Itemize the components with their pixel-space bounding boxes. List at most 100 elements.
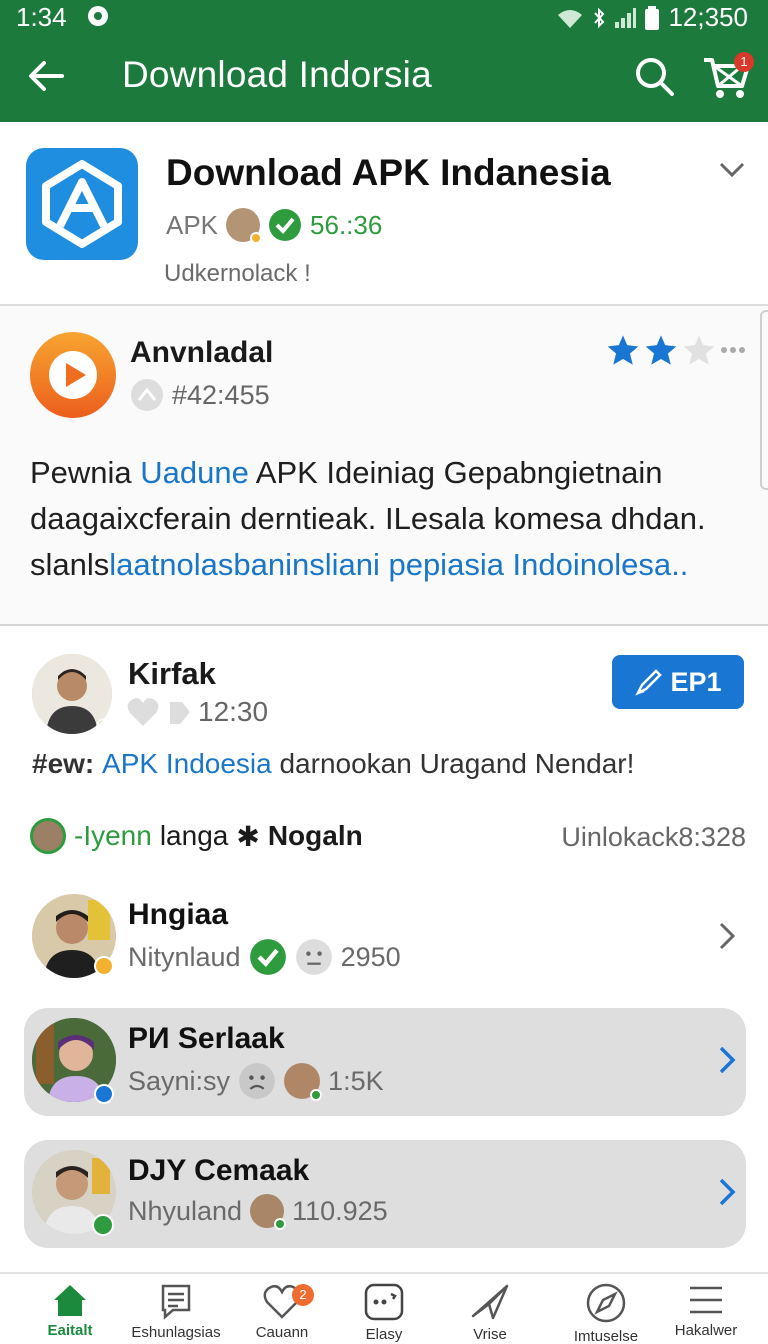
cart-badge: 1 <box>734 52 754 72</box>
nav-label: Eshunlagsias <box>131 1324 221 1341</box>
row-meta: Sayni:sy 1:5K <box>128 1062 384 1101</box>
tagline-text: langa <box>159 820 229 851</box>
more-dots-icon[interactable] <box>720 345 746 355</box>
post-avatar[interactable] <box>32 654 112 734</box>
tagline-left: -Iyenn langa ✱ Nogaln <box>30 818 363 854</box>
list-item[interactable]: PИ Serlaak Sayni:sy 1:5K <box>24 1008 746 1116</box>
list-item[interactable]: Hngiaa Nitynlaud 2950 <box>24 884 746 992</box>
row-subtitle: Nhyuland <box>128 1195 243 1226</box>
pen-icon <box>635 669 663 696</box>
app-subtitle: Udkernolack ! <box>164 260 311 287</box>
status-right: 12;350 <box>556 2 748 33</box>
sad-face-icon <box>239 1063 275 1099</box>
status-dot <box>94 1084 114 1104</box>
download-count: 56.:36 <box>310 209 383 240</box>
star-empty-icon <box>683 335 715 365</box>
nav-badge: 2 <box>292 1284 314 1306</box>
top-bar: 1:34 12;350 Download Indorsia 1 <box>0 0 768 122</box>
row-name: DJY Cemaak <box>128 1154 310 1187</box>
post-body-text: darnookan Uragand Nendar! <box>271 748 635 779</box>
featured-description: Pewnia Uadune APK Ideiniag Gepabngietnai… <box>30 450 750 588</box>
tagline-bold: Nogaln <box>267 820 363 851</box>
search-icon[interactable] <box>632 54 676 98</box>
signal-icon <box>615 7 637 28</box>
heart-icon[interactable] <box>126 696 160 728</box>
nav-label: Hakalwer <box>674 1322 738 1339</box>
nav-item-menu[interactable]: Hakalwer <box>656 1282 756 1344</box>
ep-button[interactable]: EP1 <box>612 655 744 709</box>
tagline-right: Uinlokack8:328 <box>561 822 746 852</box>
bluetooth-icon <box>594 7 605 28</box>
desc-text: slanls <box>30 547 110 582</box>
status-bar: 1:34 12;350 <box>0 0 768 34</box>
small-avatar <box>250 1194 287 1230</box>
desc-text: Pewnia <box>30 455 141 490</box>
bottom-nav: Eaitalt Eshunlagsias 2 Cauann Elasy Vris… <box>0 1272 768 1344</box>
list-item[interactable]: DJY Cemaak Nhyuland 110.925 <box>24 1140 746 1248</box>
app-logo-icon <box>42 160 122 248</box>
back-arrow-icon[interactable] <box>24 54 68 98</box>
post-body-link[interactable]: APK Indoesia <box>102 748 272 779</box>
post-body-prefix: #ew: <box>32 748 103 779</box>
verified-check-icon <box>249 939 286 975</box>
nav-label: Eaitalt <box>47 1322 93 1339</box>
rank-value: #42:455 <box>172 379 270 410</box>
featured-section: Anvnladal #42:455 Pewnia Uadune APK Idei… <box>0 306 768 626</box>
desc-link[interactable]: Uadune <box>140 455 249 490</box>
page-title: Download Indorsia <box>122 54 432 95</box>
nav-label: Vrise <box>473 1326 507 1343</box>
neutral-face-icon <box>295 939 332 975</box>
compass-icon <box>586 1283 626 1323</box>
ep-button-label: EP1 <box>670 666 722 697</box>
app-tag: APK <box>166 209 219 240</box>
featured-name: Anvnladal <box>130 336 274 369</box>
app-name: Download APK Indanesia <box>166 152 611 193</box>
nav-item-favorites[interactable]: 2 Cauann <box>232 1282 332 1344</box>
row-subtitle: Nitynlaud <box>128 941 241 972</box>
chevron-right-icon[interactable] <box>714 1044 740 1076</box>
chevron-down-icon[interactable] <box>718 158 746 182</box>
nav-item-home[interactable]: Eaitalt <box>20 1282 120 1344</box>
desc-text: daagaixcferain derntieak. ILesala komesa… <box>30 501 706 536</box>
row-value: 2950 <box>340 941 401 972</box>
status-dot <box>94 956 114 976</box>
nav-label: Imtuselse <box>573 1328 639 1344</box>
nav-label: Elasy <box>365 1326 403 1343</box>
post-time: 12:30 <box>198 696 269 727</box>
desc-link[interactable]: laatnolasbaninsliani pepiasia Indoinoles… <box>109 547 688 582</box>
app-header: Download APK Indanesia APK 56.:36 Udkern… <box>0 122 768 306</box>
row-name: Hngiaa <box>128 898 229 931</box>
row-value: 1:5K <box>328 1065 384 1096</box>
chevron-right-icon[interactable] <box>714 920 740 952</box>
app-meta: APK 56.:36 <box>166 208 383 244</box>
star-filled-icon <box>645 335 677 365</box>
featured-rank: #42:455 <box>130 378 270 412</box>
row-meta: Nitynlaud 2950 <box>128 938 401 976</box>
featured-logo <box>30 332 116 418</box>
chevron-right-icon[interactable] <box>714 1176 740 1208</box>
row-meta: Nhyuland 110.925 <box>128 1194 388 1230</box>
post-author: Kirfak <box>128 656 216 691</box>
description-line: Pewnia Uadune APK Ideiniag Gepabngietnai… <box>30 450 750 496</box>
asterisk-icon: ✱ <box>236 820 260 852</box>
nav-label: Cauann <box>255 1324 309 1341</box>
battery-icon <box>645 5 660 30</box>
post-body: #ew: APK Indoesia darnookan Uragand Nend… <box>32 748 634 780</box>
tag-icon <box>170 702 190 724</box>
tagline-avatar <box>30 818 66 854</box>
row-name: PИ Serlaak <box>128 1022 285 1055</box>
desc-text: APK Ideiniag Gepabngietnain <box>248 455 663 490</box>
wifi-icon <box>558 9 583 28</box>
nav-item-discover[interactable]: Imtuselse <box>556 1282 656 1344</box>
game-icon <box>364 1283 404 1321</box>
nav-item-list[interactable]: Eshunlagsias <box>126 1282 226 1344</box>
verified-check-icon <box>269 209 302 241</box>
cart-button[interactable]: 1 <box>700 50 754 102</box>
send-icon <box>471 1284 509 1320</box>
status-right-text: 12;350 <box>668 2 748 32</box>
nav-item-share[interactable]: Vrise <box>440 1282 540 1344</box>
status-dot <box>92 1214 114 1236</box>
description-line: daagaixcferain derntieak. ILesala komesa… <box>30 496 750 542</box>
scroll-indicator <box>760 310 768 490</box>
nav-item-games[interactable]: Elasy <box>334 1282 434 1344</box>
